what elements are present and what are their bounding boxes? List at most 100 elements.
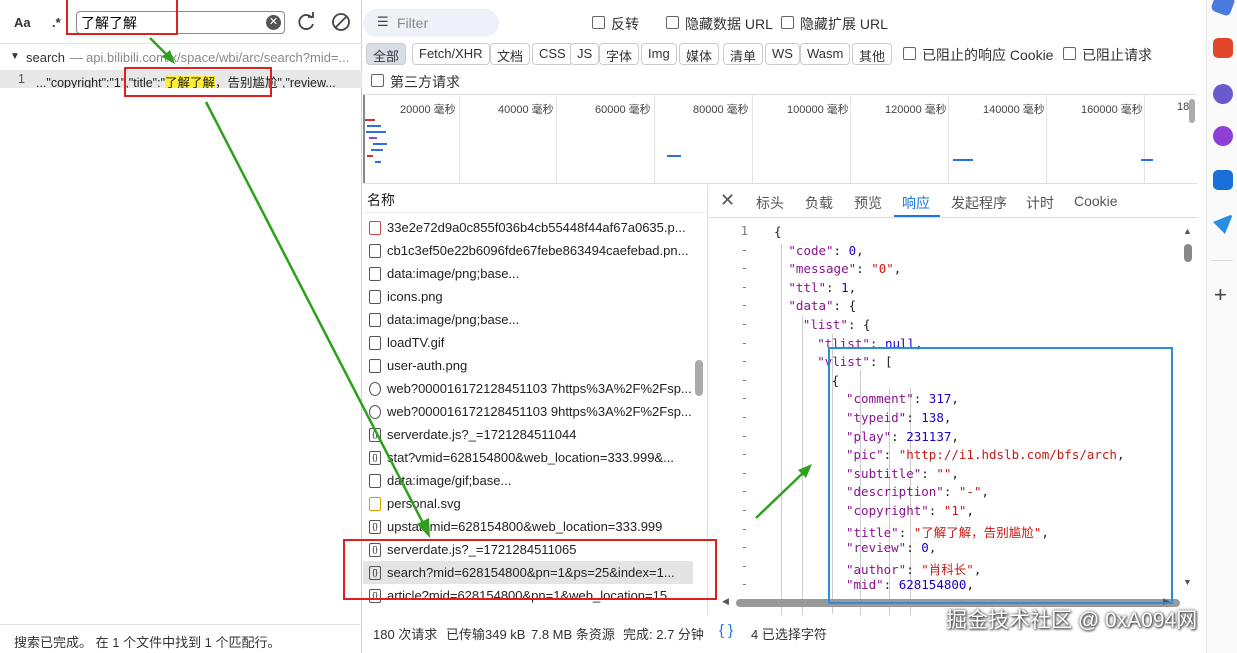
type-ws-button[interactable]: WS — [765, 43, 800, 65]
line-number: - — [740, 354, 748, 369]
match-case-button[interactable]: Aa — [14, 15, 31, 30]
request-row[interactable]: loadTV.gif — [363, 331, 693, 354]
tag-icon[interactable] — [1210, 0, 1236, 17]
annotation-box-search — [66, 0, 178, 35]
line-number: - — [740, 503, 748, 517]
clear-icon[interactable]: ✕ — [266, 15, 281, 30]
request-row[interactable]: cb1c3ef50e22b6096fde67febe863494caefebad… — [363, 239, 693, 262]
outlook-icon[interactable] — [1213, 170, 1233, 190]
type-wasm-button[interactable]: Wasm — [800, 43, 851, 65]
file-icon — [369, 267, 381, 281]
type-fetch-button[interactable]: Fetch/XHR — [412, 43, 490, 65]
line-number: 1 — [740, 224, 748, 238]
request-name: upstat?mid=628154800&web_location=333.99… — [387, 519, 663, 534]
file-icon — [369, 244, 381, 258]
response-vertical-scrollbar[interactable] — [1184, 244, 1192, 262]
add-icon[interactable]: + — [1214, 282, 1227, 308]
copilot-icon[interactable] — [1213, 126, 1233, 146]
status-resources: 7.8 MB 条资源 — [531, 627, 615, 642]
name-column-header[interactable]: 名称 — [363, 185, 708, 213]
type-manifest-button[interactable]: 清单 — [723, 43, 764, 65]
status-requests: 180 次请求 — [373, 627, 438, 642]
type-font-button[interactable]: 字体 — [599, 43, 640, 65]
type-all-button[interactable]: 全部 — [366, 43, 407, 65]
scroll-left-icon[interactable]: ◀ — [722, 596, 729, 607]
request-row[interactable]: data:image/gif;base... — [363, 469, 693, 492]
type-js-button[interactable]: JS — [570, 43, 600, 65]
blocked-cookies-checkbox[interactable] — [903, 47, 916, 60]
expand-triangle-icon[interactable]: ▼ — [10, 51, 20, 62]
third-party-checkbox[interactable] — [371, 74, 384, 87]
request-list-scrollbar[interactable] — [695, 360, 703, 396]
fetch-icon: {} — [369, 451, 381, 465]
request-name: loadTV.gif — [387, 335, 445, 350]
code-line: { — [774, 224, 782, 239]
timeline-bars — [365, 119, 1153, 163]
type-css-button[interactable]: CSS — [532, 43, 573, 65]
type-doc-button[interactable]: 文档 — [490, 43, 531, 65]
code-line: "list": { — [802, 317, 871, 332]
filter-placeholder: Filter — [397, 15, 429, 31]
close-icon[interactable]: ✕ — [720, 190, 735, 211]
scroll-down-icon[interactable]: ▼ — [1183, 577, 1192, 587]
tab-initiator[interactable]: 发起程序 — [951, 193, 1007, 213]
network-timeline[interactable]: 20000 毫秒 40000 毫秒 60000 毫秒 80000 毫秒 1000… — [363, 94, 1197, 184]
request-row[interactable]: user-auth.png — [363, 354, 693, 377]
file-icon — [369, 405, 381, 419]
file-icon — [369, 336, 381, 350]
annotation-box-request — [343, 539, 717, 600]
json-value: 0 — [848, 242, 857, 258]
type-media-button[interactable]: 媒体 — [679, 43, 720, 65]
hide-data-url-checkbox[interactable] — [666, 16, 679, 29]
json-key: "ttl" — [788, 279, 827, 295]
clear-results-icon[interactable] — [330, 11, 352, 33]
code-line: "message": "0", — [788, 261, 902, 277]
annotation-box-vlist — [828, 347, 1173, 604]
fetch-icon: {} — [369, 520, 381, 534]
line-number: - — [740, 335, 748, 350]
file-icon — [369, 382, 381, 396]
regex-button[interactable]: .* — [52, 15, 61, 30]
third-party-label: 第三方请求 — [390, 74, 460, 90]
request-row[interactable]: web?000016172128451103 9https%3A%2F%2Fsp… — [363, 400, 693, 423]
request-row[interactable]: personal.svg — [363, 492, 693, 515]
code-line: "ttl": 1, — [788, 279, 857, 295]
hide-ext-url-label: 隐藏扩展 URL — [800, 16, 888, 32]
type-img-button[interactable]: Img — [641, 43, 677, 65]
blocked-requests-checkbox[interactable] — [1063, 47, 1076, 60]
people-icon[interactable] — [1213, 84, 1233, 104]
tab-payload[interactable]: 负载 — [805, 193, 833, 213]
filter-input[interactable]: ☰ Filter — [363, 9, 499, 37]
tab-preview[interactable]: 预览 — [854, 193, 882, 213]
send-icon[interactable] — [1213, 214, 1233, 234]
line-number: - — [740, 540, 748, 555]
request-name: data:image/png;base... — [387, 312, 520, 327]
request-row[interactable]: data:image/png;base... — [363, 308, 693, 331]
request-row[interactable]: {} stat?vmid=628154800&web_location=333.9… — [363, 446, 693, 469]
request-row[interactable]: icons.png — [363, 285, 693, 308]
refresh-icon[interactable] — [295, 11, 317, 33]
request-name: serverdate.js?_=1721284511044 — [387, 427, 577, 442]
scroll-up-icon[interactable]: ▲ — [1183, 226, 1192, 236]
tab-cookies[interactable]: Cookie — [1074, 193, 1118, 209]
tab-response[interactable]: 响应 — [902, 193, 930, 213]
request-row[interactable]: {} serverdate.js?_=1721284511044 — [363, 423, 693, 446]
status-transferred: 已传输349 kB — [446, 627, 526, 642]
request-row[interactable]: {} upstat?mid=628154800&web_location=333.… — [363, 515, 693, 538]
line-number: - — [740, 317, 748, 331]
invert-checkbox[interactable] — [592, 16, 605, 29]
code-line: "data": { — [788, 298, 857, 314]
hide-ext-url-checkbox[interactable] — [781, 16, 794, 29]
toolbox-icon[interactable] — [1213, 38, 1233, 58]
request-row[interactable]: web?000016172128451103 7https%3A%2F%2Fsp… — [363, 377, 693, 400]
tab-headers[interactable]: 标头 — [756, 193, 784, 213]
filter-icon: ☰ — [377, 14, 389, 29]
type-other-button[interactable]: 其他 — [852, 43, 893, 65]
tab-timing[interactable]: 计时 — [1026, 193, 1054, 213]
watermark: 掘金技术社区 @ 0xA094网 — [946, 609, 1198, 632]
request-row[interactable]: data:image/png;base... — [363, 262, 693, 285]
request-row[interactable]: 33e2e72d9a0c855f036b4cb55448f44af67a0635… — [363, 216, 693, 239]
pretty-print-button[interactable]: { } — [719, 622, 733, 639]
line-number: - — [740, 558, 748, 573]
request-name: data:image/png;base... — [387, 266, 520, 281]
